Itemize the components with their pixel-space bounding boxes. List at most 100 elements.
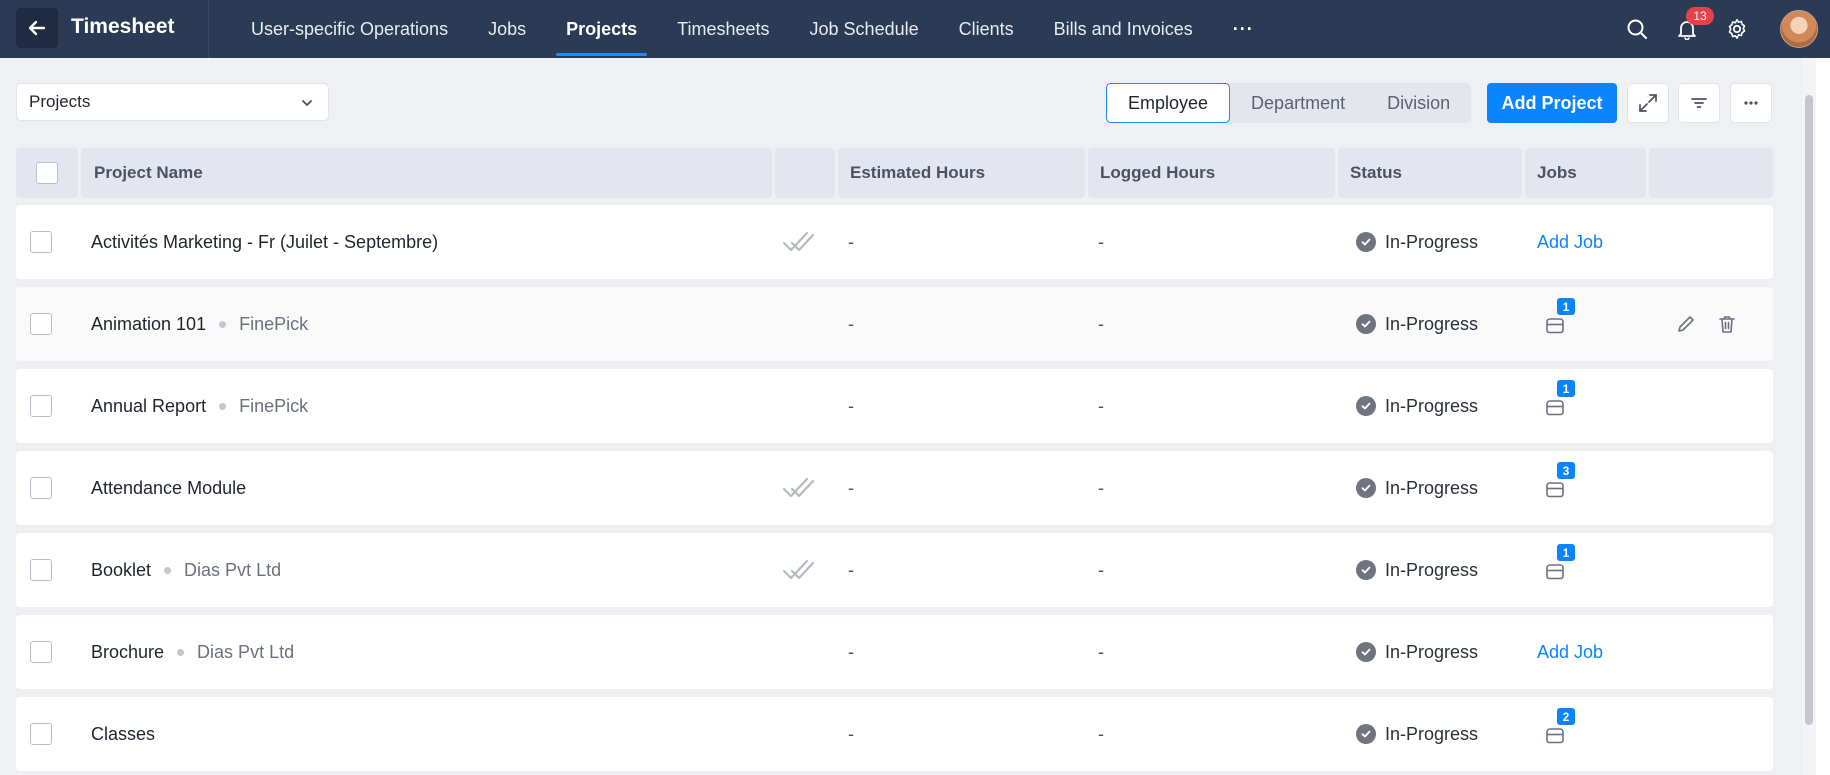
table-row[interactable]: Brochure Dias Pvt Ltd - - In-Progress Add Job [16, 615, 1773, 689]
pencil-icon[interactable] [1675, 313, 1697, 335]
table-row[interactable]: Booklet Dias Pvt Ltd - - In-Progress 1 [16, 533, 1773, 607]
project-name[interactable]: Attendance Module [91, 478, 246, 499]
nav-user-specific-operations[interactable]: User-specific Operations [231, 0, 468, 58]
project-name[interactable]: Annual Report [91, 396, 206, 417]
jobs-cell: 3 [1543, 451, 1575, 525]
add-job-link[interactable]: Add Job [1537, 232, 1603, 253]
jobs-count-button[interactable]: 1 [1543, 380, 1575, 418]
settings-button[interactable] [1722, 14, 1752, 44]
header-project-name[interactable]: Project Name [81, 148, 772, 198]
row-checkbox-cell [30, 697, 52, 771]
briefcase-icon [1546, 318, 1564, 334]
jobs-count-button[interactable]: 3 [1543, 462, 1575, 500]
search-button[interactable] [1622, 14, 1652, 44]
status-text: In-Progress [1385, 723, 1479, 744]
table-row[interactable]: Activités Marketing - Fr (Juilet - Septe… [16, 205, 1773, 279]
jobs-count-badge: 3 [1557, 462, 1575, 479]
project-name-cell: Booklet Dias Pvt Ltd [91, 533, 281, 607]
jobs-count-button[interactable]: 2 [1543, 708, 1575, 746]
nav-timesheets[interactable]: Timesheets [657, 0, 789, 58]
nav-jobs[interactable]: Jobs [468, 0, 546, 58]
right-rail [1816, 58, 1830, 775]
estimated-hours-value: - [848, 641, 854, 662]
more-options-button[interactable] [1730, 83, 1772, 123]
project-name-cell: Brochure Dias Pvt Ltd [91, 615, 294, 689]
check-circle-icon [1356, 642, 1376, 662]
nav-clients[interactable]: Clients [939, 0, 1034, 58]
project-name[interactable]: Booklet [91, 560, 151, 581]
header-approval [775, 148, 835, 198]
notification-count-badge: 13 [1686, 7, 1714, 25]
jobs-count-badge: 2 [1557, 708, 1575, 725]
table-row[interactable]: Annual Report FinePick - - In-Progress 1 [16, 369, 1773, 443]
briefcase-icon [1546, 728, 1564, 744]
row-checkbox[interactable] [30, 641, 52, 663]
status-cell: In-Progress [1356, 287, 1478, 361]
row-checkbox-cell [30, 451, 52, 525]
header-select-all-cell [16, 148, 78, 198]
gear-icon [1728, 19, 1746, 39]
nav-more-button[interactable]: ··· [1213, 0, 1274, 58]
table-row[interactable]: Animation 101 FinePick - - In-Progress 1 [16, 287, 1773, 361]
expand-button[interactable] [1627, 83, 1669, 123]
trash-icon[interactable] [1716, 313, 1738, 335]
client-name: FinePick [239, 395, 309, 416]
row-checkbox[interactable] [30, 723, 52, 745]
row-checkbox[interactable] [30, 477, 52, 499]
nav-projects[interactable]: Projects [546, 0, 657, 58]
filter-button[interactable] [1678, 83, 1720, 123]
scrollbar-thumb[interactable] [1805, 95, 1813, 725]
project-name[interactable]: Classes [91, 724, 155, 745]
nav-bills-and-invoices[interactable]: Bills and Invoices [1034, 0, 1213, 58]
check-circle-icon [1356, 560, 1376, 580]
segment-department[interactable]: Department [1230, 83, 1366, 123]
project-name[interactable]: Brochure [91, 642, 164, 663]
estimated-hours-value: - [848, 313, 854, 334]
estimated-hours-value: - [848, 477, 854, 498]
separator-dot [177, 648, 185, 656]
segment-employee[interactable]: Employee [1106, 83, 1231, 123]
view-select-dropdown[interactable]: Projects [16, 83, 329, 121]
user-avatar[interactable] [1780, 10, 1818, 48]
table-row[interactable]: Classes - - In-Progress 2 [16, 697, 1773, 771]
top-nav-bar: Timesheet User-specific Operations Jobs … [0, 0, 1830, 58]
header-estimated-hours[interactable]: Estimated Hours [838, 148, 1085, 198]
row-checkbox[interactable] [30, 313, 52, 335]
jobs-count-badge: 1 [1557, 380, 1575, 397]
logged-hours-value: - [1098, 477, 1104, 498]
jobs-count-button[interactable]: 1 [1543, 298, 1575, 336]
jobs-count-badge: 1 [1557, 544, 1575, 561]
briefcase-icon [1546, 482, 1564, 498]
jobs-cell: 1 [1543, 287, 1575, 361]
back-button[interactable] [16, 8, 58, 48]
logged-hours-value: - [1098, 395, 1104, 416]
table-header: Project Name Estimated Hours Logged Hour… [16, 148, 1773, 198]
row-checkbox[interactable] [30, 559, 52, 581]
nav-job-schedule[interactable]: Job Schedule [790, 0, 939, 58]
add-job-link[interactable]: Add Job [1537, 642, 1603, 663]
header-logged-hours[interactable]: Logged Hours [1088, 148, 1335, 198]
project-name[interactable]: Animation 101 [91, 314, 206, 335]
header-jobs[interactable]: Jobs [1525, 148, 1646, 198]
logged-hours-value: - [1098, 231, 1104, 252]
header-status[interactable]: Status [1338, 148, 1522, 198]
approval-cell [781, 205, 815, 279]
row-checkbox-cell [30, 287, 52, 361]
status-text: In-Progress [1385, 477, 1479, 498]
row-checkbox[interactable] [30, 395, 52, 417]
jobs-cell: 2 [1543, 697, 1575, 771]
project-name[interactable]: Activités Marketing - Fr (Juilet - Septe… [91, 232, 438, 253]
select-all-checkbox[interactable] [36, 162, 58, 184]
logged-hours-value: - [1098, 723, 1104, 744]
logged-hours-value: - [1098, 313, 1104, 334]
jobs-cell: Add Job [1537, 205, 1603, 279]
arrow-left-icon [28, 20, 46, 36]
table-row[interactable]: Attendance Module - - In-Progress 3 [16, 451, 1773, 525]
jobs-count-button[interactable]: 1 [1543, 544, 1575, 582]
briefcase-icon [1546, 564, 1564, 580]
check-circle-icon [1356, 478, 1376, 498]
segment-division[interactable]: Division [1366, 83, 1471, 123]
status-text: In-Progress [1385, 313, 1479, 334]
add-project-button[interactable]: Add Project [1487, 83, 1617, 123]
row-checkbox[interactable] [30, 231, 52, 253]
